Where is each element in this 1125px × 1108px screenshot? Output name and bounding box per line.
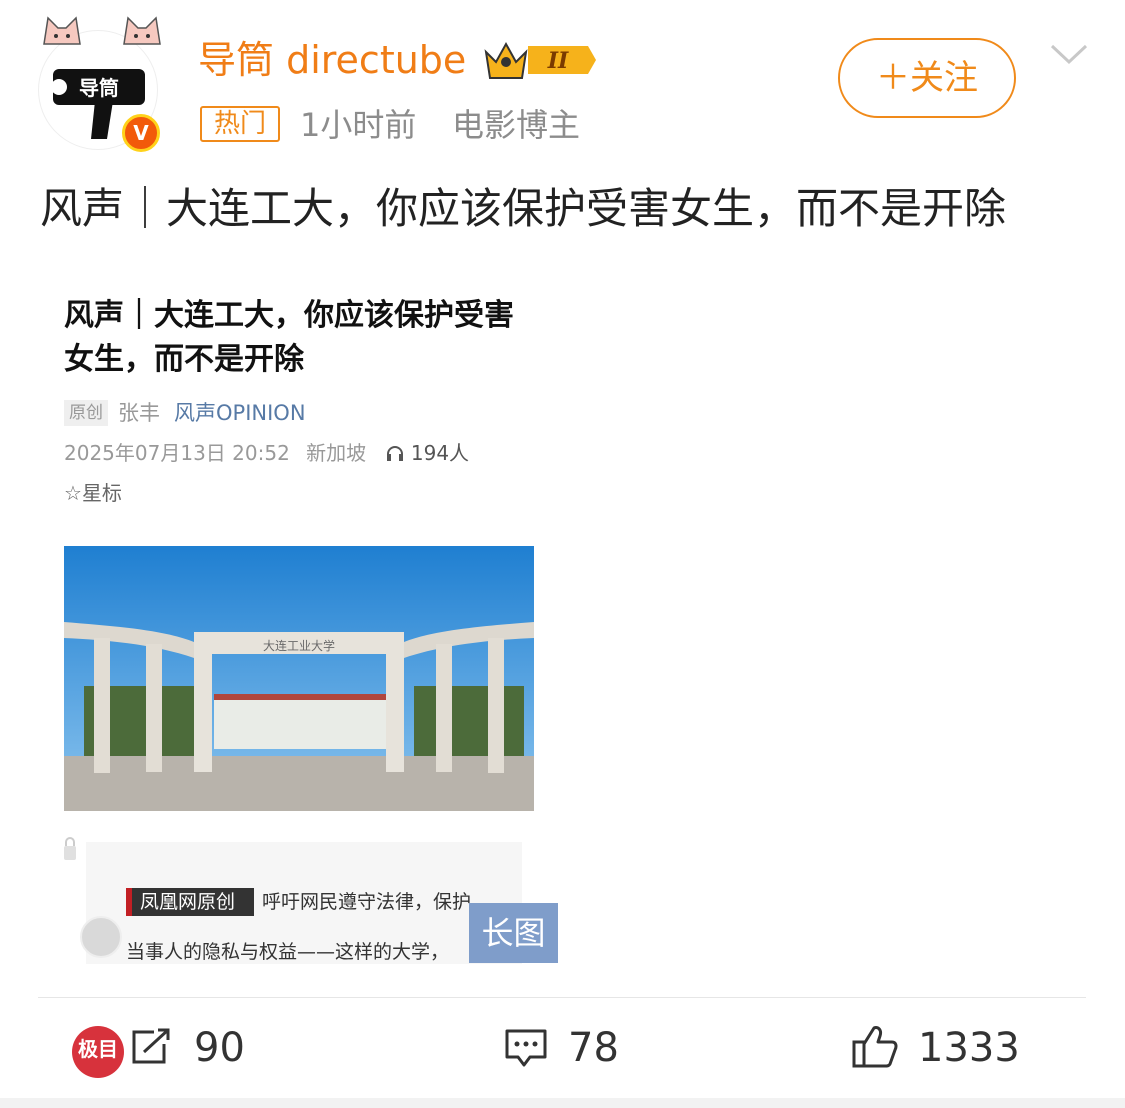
chevron-down-icon[interactable]	[1050, 38, 1088, 68]
campus-sign: 大连工业大学	[263, 638, 335, 653]
hot-tag: 热门	[200, 106, 280, 142]
like-count[interactable]: 1333	[918, 1022, 1020, 1074]
caption-avatar	[80, 916, 122, 958]
listener-count: 194人	[410, 441, 470, 465]
bottom-separator	[0, 1098, 1125, 1108]
article-source: 风声OPINION	[174, 401, 306, 425]
repost-icon[interactable]	[130, 1028, 172, 1066]
article-date: 2025年07月13日 20:52	[64, 441, 290, 465]
long-image-card[interactable]: 风声｜大连工大，你应该保护受害女生，而不是开除 原创 张丰 风声OPINION …	[38, 270, 558, 964]
ifeng-badge: 凤凰网原创	[126, 888, 254, 916]
thumbs-up-icon[interactable]	[852, 1024, 898, 1068]
star-row: ☆星标	[64, 478, 122, 508]
campus-gate-photo: 大连工业大学	[64, 546, 534, 811]
post-text: 风声｜大连工大，你应该保护受害女生，而不是开除	[40, 184, 1007, 233]
post-time: 1小时前	[300, 106, 417, 144]
article-author: 张丰	[118, 401, 160, 425]
star-icon: ☆	[64, 481, 82, 505]
vip-crown-icon: II	[484, 41, 596, 79]
original-badge: 原创	[64, 400, 108, 426]
headphones-icon	[386, 446, 403, 461]
caption-line-1: 呼吁网民遵守法律，保护	[262, 891, 472, 913]
article-location: 新加坡	[306, 441, 367, 465]
vip-level: II	[547, 48, 569, 74]
repost-count[interactable]: 90	[194, 1022, 245, 1074]
user-category: 电影博主	[452, 106, 581, 144]
article-title: 风声｜大连工大，你应该保护受害女生，而不是开除	[64, 298, 514, 377]
jimu-news-badge: 极目	[72, 1026, 124, 1078]
long-image-badge[interactable]: 长图	[469, 903, 558, 963]
user-name[interactable]: 导筒 directube	[198, 36, 466, 84]
verified-badge: V	[122, 114, 160, 152]
cat-ears-left-icon	[43, 16, 81, 45]
article-dateline: 2025年07月13日 20:52 新加坡 194人	[64, 438, 469, 468]
avatar-logo-text: 导筒	[79, 76, 119, 100]
comment-count[interactable]: 78	[568, 1022, 619, 1074]
comment-icon[interactable]	[504, 1028, 548, 1068]
caption-line-2: 当事人的隐私与权益——这样的大学，	[126, 941, 450, 963]
follow-button[interactable]: ＋关注	[838, 38, 1016, 118]
cat-ears-right-icon	[123, 16, 161, 45]
lock-icon	[64, 837, 76, 860]
star-label: 星标	[81, 481, 122, 505]
divider	[38, 997, 1086, 998]
